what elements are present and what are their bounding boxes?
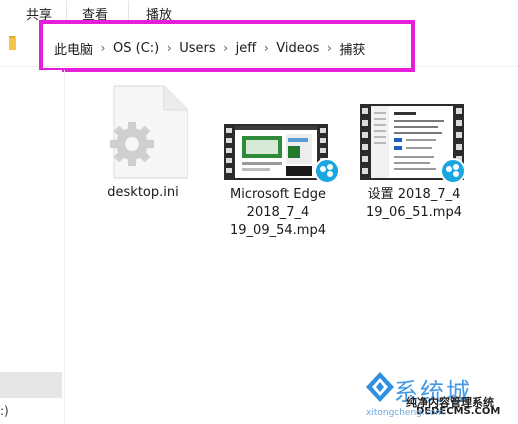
breadcrumb-capture[interactable]: 捕获 [337,39,367,58]
file-item-desktop-ini[interactable]: desktop.ini [92,84,194,204]
navigation-pane [0,70,62,424]
nav-selected-item[interactable] [0,372,62,398]
watermark: 系统城 纯净内容管理系统 DEDECMS.COM xitongcheng.com [360,368,518,424]
watermark-logo-icon [366,372,394,402]
file-name: Microsoft Edge 2018_7_4 19_09_54.mp4 [229,187,326,238]
watermark-domain: xitongcheng.com [366,408,444,418]
tab-share[interactable]: 共享 [26,4,52,23]
address-bar[interactable]: 此电脑 › OS (C:) › Users › jeff › Videos › … [0,28,518,67]
file-name: 设置 2018_7_4 19_06_51.mp4 [366,187,462,220]
media-player-badge-icon [314,158,340,184]
chevron-right-icon[interactable]: › [258,41,274,55]
breadcrumb-videos[interactable]: Videos [274,41,321,56]
file-item-edge-video[interactable]: Microsoft Edge 2018_7_4 19_09_54.mp4 [222,124,340,244]
folder-icon [9,36,16,50]
ribbon-divider [128,1,129,23]
pane-divider [64,70,65,424]
nav-drive-label[interactable]: :) [0,404,9,418]
settings-file-icon [110,85,188,179]
ribbon: 共享 查看 播放 [0,0,518,24]
chevron-right-icon[interactable]: › [321,41,337,55]
breadcrumb: 此电脑 › OS (C:) › Users › jeff › Videos › … [52,38,367,58]
ribbon-divider [66,1,67,23]
chevron-right-icon[interactable]: › [161,41,177,55]
file-item-settings-video[interactable]: 设置 2018_7_4 19_06_51.mp4 [360,104,476,224]
breadcrumb-os-c[interactable]: OS (C:) [111,41,161,56]
media-player-badge-icon [440,158,466,184]
tab-play[interactable]: 播放 [146,4,172,23]
breadcrumb-this-pc[interactable]: 此电脑 [52,39,95,58]
chevron-right-icon[interactable]: › [218,41,234,55]
breadcrumb-users[interactable]: Users [177,41,217,56]
breadcrumb-jeff[interactable]: jeff [234,41,259,56]
chevron-right-icon[interactable]: › [95,41,111,55]
file-name: desktop.ini [107,185,179,200]
tab-view[interactable]: 查看 [82,4,108,23]
